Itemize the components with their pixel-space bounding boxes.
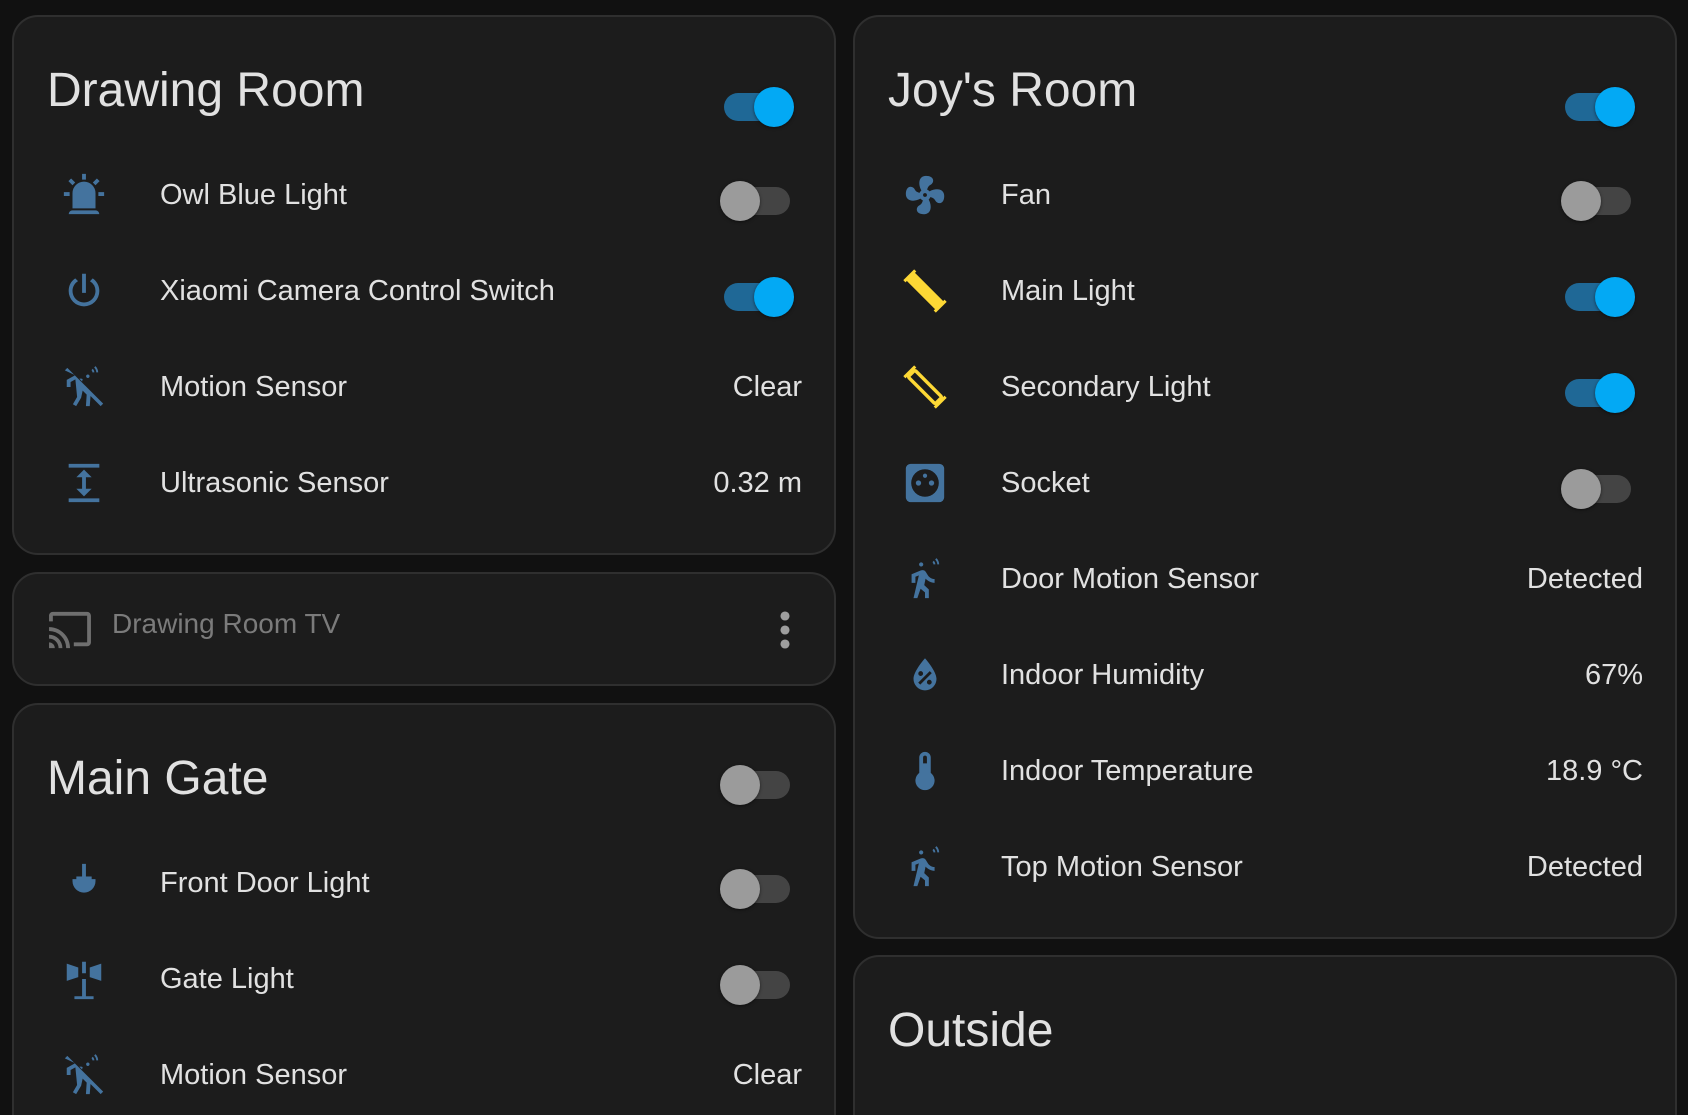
entity-label: Fan — [1001, 178, 1051, 211]
motion-sensor-off-icon — [60, 1051, 108, 1099]
outside-card: Outside — [853, 955, 1677, 1115]
entity-label: Secondary Light — [1001, 370, 1211, 403]
entity-row-socket[interactable]: Socket — [855, 435, 1675, 531]
indoor-temperature-state: 18.9 °C — [1545, 754, 1643, 787]
entity-row-main-light[interactable]: Main Light — [855, 243, 1675, 339]
entity-label: Door Motion Sensor — [1001, 562, 1259, 595]
main-gate-header-toggle[interactable] — [720, 757, 794, 805]
main-gate-title: Main Gate — [47, 752, 269, 805]
entity-row-owl-blue-light[interactable]: Owl Blue Light — [14, 147, 834, 243]
water-percent-icon — [901, 651, 949, 699]
front-door-light-toggle[interactable] — [720, 861, 794, 909]
secondary-light-toggle[interactable] — [1561, 365, 1635, 413]
power-socket-icon — [901, 459, 949, 507]
gate-light-toggle[interactable] — [720, 957, 794, 1005]
entity-row-gate-light[interactable]: Gate Light — [14, 931, 834, 1027]
arrow-expand-vertical-icon — [60, 459, 108, 507]
fan-icon — [901, 171, 949, 219]
entity-label: Indoor Temperature — [1001, 754, 1254, 787]
entity-label: Front Door Light — [160, 866, 370, 899]
alarm-light-icon — [60, 171, 108, 219]
joys-room-card: Joy's Room Fan Main Light Secondary Ligh… — [853, 15, 1677, 939]
entity-row-top-motion-sensor[interactable]: Top Motion Sensor Detected — [855, 819, 1675, 915]
drawing-room-header-toggle[interactable] — [720, 79, 794, 127]
main-gate-card: Main Gate Front Door Light Gate Light Mo… — [12, 703, 836, 1115]
entity-row-door-motion-sensor[interactable]: Door Motion Sensor Detected — [855, 531, 1675, 627]
tube-light-outline-icon — [901, 363, 949, 411]
drawing-room-card: Drawing Room Owl Blue Light Xiaomi Camer… — [12, 15, 836, 555]
joys-room-title: Joy's Room — [888, 64, 1138, 117]
entity-label: Top Motion Sensor — [1001, 850, 1243, 883]
tube-light-icon — [901, 267, 949, 315]
joys-room-header-toggle[interactable] — [1561, 79, 1635, 127]
entity-row-indoor-temperature[interactable]: Indoor Temperature 18.9 °C — [855, 723, 1675, 819]
main-gate-motion-sensor-state: Clear — [732, 1058, 802, 1091]
thermometer-icon — [901, 747, 949, 795]
owl-blue-light-toggle[interactable] — [720, 173, 794, 221]
outdoor-lamp-icon — [60, 955, 108, 1003]
power-icon — [60, 267, 108, 315]
outside-title: Outside — [888, 1004, 1054, 1057]
main-light-toggle[interactable] — [1561, 269, 1635, 317]
entity-label: Main Light — [1001, 274, 1135, 307]
motion-sensor-off-icon — [60, 363, 108, 411]
motion-sensor-icon — [901, 555, 949, 603]
cast-icon — [49, 611, 91, 649]
drawing-room-tv-label: Drawing Room TV — [112, 608, 341, 639]
entity-row-main-gate-motion-sensor[interactable]: Motion Sensor Clear — [14, 1027, 834, 1115]
entity-label: Indoor Humidity — [1001, 658, 1205, 691]
drawing-room-title: Drawing Room — [47, 64, 365, 117]
entity-label: Xiaomi Camera Control Switch — [160, 274, 555, 307]
entity-row-front-door-light[interactable]: Front Door Light — [14, 835, 834, 931]
drawing-room-tv-card[interactable]: Drawing Room TV — [12, 572, 836, 686]
motion-sensor-icon — [901, 843, 949, 891]
entity-row-xiaomi-camera-control-switch[interactable]: Xiaomi Camera Control Switch — [14, 243, 834, 339]
motion-sensor-state: Clear — [732, 370, 802, 403]
entity-row-secondary-light[interactable]: Secondary Light — [855, 339, 1675, 435]
entity-row-ultrasonic-sensor[interactable]: Ultrasonic Sensor 0.32 m — [14, 435, 834, 531]
fan-toggle[interactable] — [1561, 173, 1635, 221]
entity-row-motion-sensor[interactable]: Motion Sensor Clear — [14, 339, 834, 435]
socket-toggle[interactable] — [1561, 461, 1635, 509]
top-motion-sensor-state: Detected — [1526, 850, 1643, 883]
indoor-humidity-state: 67% — [1584, 658, 1643, 691]
entity-row-indoor-humidity[interactable]: Indoor Humidity 67% — [855, 627, 1675, 723]
ceiling-light-icon — [60, 859, 108, 907]
door-motion-sensor-state: Detected — [1526, 562, 1643, 595]
entity-label: Motion Sensor — [160, 370, 347, 403]
entity-label: Ultrasonic Sensor — [160, 466, 389, 499]
entity-label: Socket — [1001, 466, 1090, 499]
entity-label: Owl Blue Light — [160, 178, 347, 211]
xiaomi-camera-control-switch-toggle[interactable] — [720, 269, 794, 317]
ultrasonic-sensor-state: 0.32 m — [713, 466, 802, 499]
entity-row-fan[interactable]: Fan — [855, 147, 1675, 243]
entity-label: Motion Sensor — [160, 1058, 347, 1091]
entity-label: Gate Light — [160, 962, 294, 995]
more-vertical-icon[interactable] — [778, 608, 792, 652]
